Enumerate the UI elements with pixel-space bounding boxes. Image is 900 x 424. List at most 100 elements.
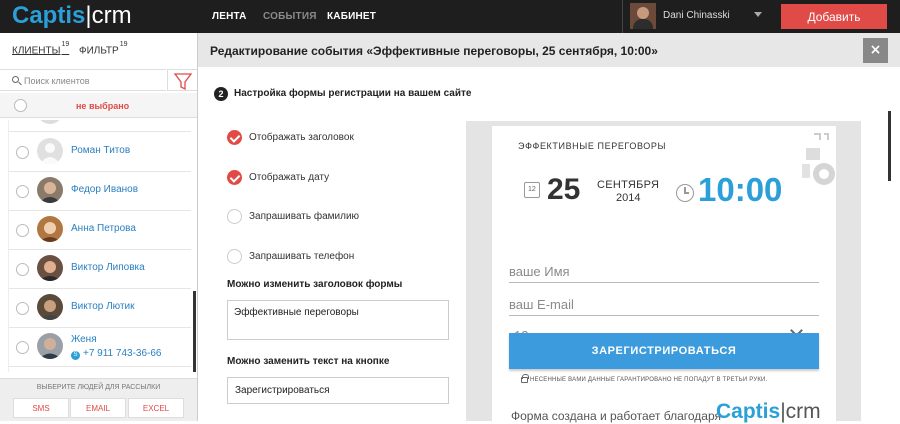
- mailing-caption: ВЫБЕРИТЕ ЛЮДЕЙ ДЛЯ РАССЫЛКИ: [36, 384, 161, 391]
- preview-event-title: ЭФФЕКТИВНЫЕ ПЕРЕГОВОРЫ: [518, 141, 667, 151]
- top-bar: Captis|crm ЛЕНТА СОБЫТИЯ КАБИНЕТ Dani Ch…: [0, 0, 900, 33]
- list-item[interactable]: Виктор Липовка: [9, 250, 191, 289]
- contact-radio[interactable]: [16, 341, 29, 354]
- sms-button[interactable]: SMS: [13, 398, 69, 418]
- option-ask-surname[interactable]: Запрашивать фамилию: [227, 209, 447, 225]
- captis-logo[interactable]: Captis|crm: [716, 400, 821, 424]
- name-input[interactable]: [509, 261, 819, 281]
- page-title: Редактирование события «Эффективные пере…: [210, 44, 658, 58]
- close-icon: ×: [869, 42, 882, 58]
- list-item[interactable]: Анна Петрова: [9, 211, 191, 250]
- contact-phone[interactable]: S +7 911 743-36-66: [71, 348, 162, 360]
- skype-icon: S: [71, 351, 80, 360]
- button-text-label: Можно заменить текст на кнопке: [227, 356, 390, 367]
- privacy-note: НЕСЕННЫЕ ВАМИ ДАННЫЕ ГАРАНТИРОВАНО НЕ ПО…: [530, 377, 768, 383]
- main-scrollbar[interactable]: [888, 111, 891, 181]
- client-search: [0, 69, 166, 91]
- preview-logo-bold: Captis: [716, 400, 781, 423]
- select-all-radio[interactable]: [14, 99, 27, 112]
- option-show-title[interactable]: Отображать заголовок: [227, 130, 447, 146]
- lock-icon: [521, 374, 529, 383]
- search-input[interactable]: [24, 73, 162, 88]
- contact-name[interactable]: Федор Иванов: [71, 184, 138, 195]
- tab-clients-label: КЛИЕНТЫ: [12, 45, 61, 57]
- contact-phone-text: +7 911 743-36-66: [83, 348, 162, 359]
- step-number: 2: [214, 87, 228, 101]
- avatar: [37, 294, 63, 320]
- user-avatar[interactable]: [630, 3, 656, 29]
- nav-events[interactable]: СОБЫТИЯ: [263, 11, 317, 22]
- app-logo[interactable]: Captis|crm: [12, 3, 132, 29]
- none-selected-row[interactable]: не выбрано: [0, 93, 197, 118]
- email-input[interactable]: [509, 294, 819, 314]
- checkbox[interactable]: [227, 170, 242, 185]
- decorative-corner-icon: [802, 133, 835, 185]
- logo-bold-text: Captis: [12, 2, 86, 29]
- contact-radio[interactable]: [16, 263, 29, 276]
- tab-clients-count: 19: [61, 41, 70, 48]
- avatar: [37, 255, 63, 281]
- option-show-date[interactable]: Отображать дату: [227, 170, 447, 186]
- none-selected-label: не выбрано: [76, 101, 130, 111]
- event-month: СЕНТЯБРЯ: [597, 179, 660, 191]
- email-button[interactable]: EMAIL: [70, 398, 126, 418]
- contact-name[interactable]: Виктор Лютик: [71, 301, 135, 312]
- preview-email-field[interactable]: [509, 294, 819, 316]
- contact-name[interactable]: Виктор Липовка: [71, 262, 145, 273]
- excel-button[interactable]: EXCEL: [128, 398, 184, 418]
- contact-name[interactable]: Роман Титов: [71, 145, 130, 156]
- avatar: [37, 177, 63, 203]
- contact-name[interactable]: Анна Петрова: [71, 223, 136, 234]
- contact-radio[interactable]: [16, 302, 29, 315]
- list-item[interactable]: Женя S +7 911 743-36-66: [9, 328, 191, 367]
- checkbox[interactable]: [227, 249, 242, 264]
- tab-clients[interactable]: КЛИЕНТЫ19: [12, 41, 70, 57]
- step-title: Настройка формы регистрации на вашем сай…: [234, 88, 472, 99]
- filter-button[interactable]: [167, 69, 197, 91]
- main-panel: Редактирование события «Эффективные пере…: [198, 33, 900, 424]
- sidebar: КЛИЕНТЫ19 ФИЛЬТР19 не выбрано Роман Тито…: [0, 33, 198, 421]
- event-day: 25: [547, 173, 581, 206]
- list-item[interactable]: [9, 120, 191, 132]
- clock-icon: [676, 184, 694, 202]
- logo-light-text: crm: [91, 2, 132, 29]
- avatar: [37, 216, 63, 242]
- option-label: Отображать заголовок: [249, 132, 354, 143]
- event-time: 10:00: [698, 171, 783, 208]
- nav-cabinet[interactable]: КАБИНЕТ: [327, 11, 376, 22]
- filter-icon: [173, 73, 193, 91]
- avatar: [37, 120, 63, 124]
- button-text-field[interactable]: [227, 377, 449, 404]
- tab-filter[interactable]: ФИЛЬТР19: [79, 41, 128, 57]
- option-label: Запрашивать фамилию: [249, 211, 360, 222]
- checkbox[interactable]: [227, 209, 242, 224]
- avatar: [37, 333, 63, 359]
- panel-header: Редактирование события «Эффективные пере…: [198, 33, 900, 67]
- option-ask-phone[interactable]: Запрашивать телефон: [227, 249, 447, 265]
- contact-name[interactable]: Женя: [71, 334, 97, 345]
- preview-name-field[interactable]: [509, 261, 819, 283]
- search-icon: [12, 76, 19, 83]
- form-title-label: Можно изменить заголовок формы: [227, 279, 403, 290]
- form-title-field[interactable]: Эффективные переговоры: [227, 300, 449, 340]
- sidebar-scrollbar[interactable]: [193, 291, 196, 372]
- contact-radio[interactable]: [16, 185, 29, 198]
- close-button[interactable]: ×: [863, 38, 888, 63]
- form-preview-card: ЭФФЕКТИВНЫЕ ПЕРЕГОВОРЫ 12 25 СЕНТЯБРЯ 20…: [492, 126, 836, 424]
- contact-radio[interactable]: [16, 224, 29, 237]
- contact-radio[interactable]: [16, 146, 29, 159]
- list-item[interactable]: Виктор Лютик: [9, 289, 191, 328]
- tab-filter-count: 19: [119, 41, 128, 48]
- user-name[interactable]: Dani Chinasski: [663, 10, 730, 21]
- register-button[interactable]: ЗАРЕГИСТРИРОВАТЬСЯ: [509, 333, 819, 369]
- event-year: 2014: [616, 192, 641, 204]
- nav-feed[interactable]: ЛЕНТА: [212, 11, 247, 22]
- chevron-down-icon[interactable]: [754, 12, 762, 17]
- preview-logo-light: crm: [785, 400, 821, 423]
- list-item[interactable]: Федор Иванов: [9, 172, 191, 211]
- list-item[interactable]: Роман Титов: [9, 133, 191, 172]
- divider: [622, 0, 623, 33]
- tab-filter-label: ФИЛЬТР: [79, 45, 119, 57]
- checkbox[interactable]: [227, 130, 242, 145]
- add-button[interactable]: Добавить: [781, 4, 887, 29]
